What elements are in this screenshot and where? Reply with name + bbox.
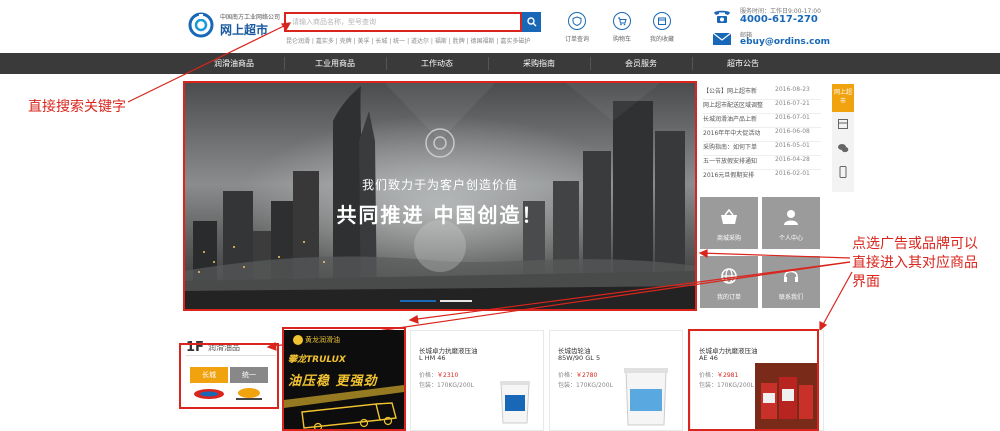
promo-highlight-frame — [282, 327, 406, 431]
annotation-ads-line3: 界面 — [852, 274, 880, 290]
product-spec: L HM 46 — [419, 354, 446, 362]
product-pack: 包装：170KG/200L — [419, 382, 474, 389]
annotation-ads-line1: 点选广告或品牌可以 — [852, 236, 978, 252]
product-pack: 包装：170KG/200L — [558, 382, 613, 389]
annotation-ads-line2: 直接进入其对应商品 — [852, 255, 978, 271]
product-highlight-frame — [688, 329, 819, 431]
product-price: 价格：￥2310 — [419, 372, 459, 379]
annotation-search: 直接搜索关键字 — [28, 99, 126, 115]
product-price: 价格：￥2780 — [558, 372, 598, 379]
product-card[interactable]: 长城卓力抗磨液压油 L HM 46 价格：￥2310 包装：170KG/200L — [410, 330, 544, 431]
product-card[interactable]: 长城齿轮油 85W/90 GL 5 价格：￥2780 包装：170KG/200L — [549, 330, 683, 431]
brand-highlight-frame — [179, 343, 279, 409]
product-spec: 85W/90 GL 5 — [558, 354, 601, 362]
product-image-bucket — [500, 381, 530, 424]
product-image-bucket — [624, 368, 668, 426]
